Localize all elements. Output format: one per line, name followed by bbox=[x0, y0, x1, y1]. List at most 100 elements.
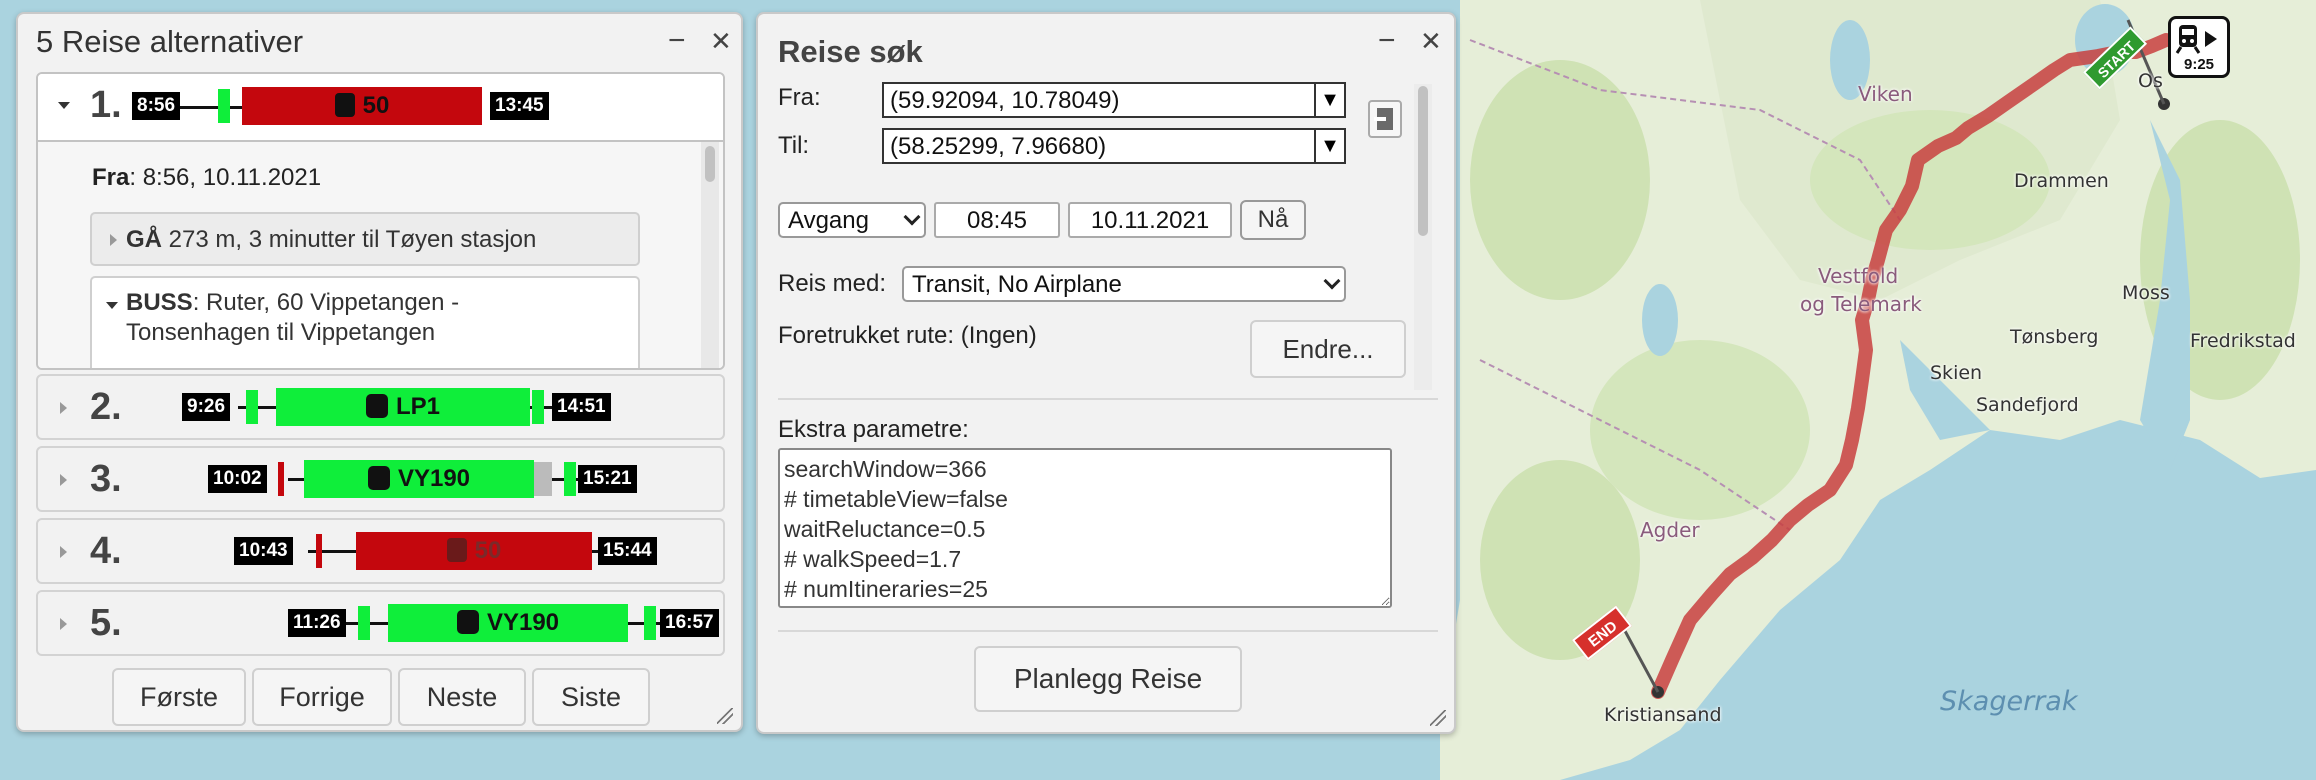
itinerary-4-end-time: 15:44 bbox=[598, 537, 657, 565]
walk-text: 273 m, 3 minutter til Tøyen stasjon bbox=[162, 226, 537, 253]
search-panel-title: Reise søk bbox=[778, 34, 923, 69]
next-button[interactable]: Neste bbox=[398, 668, 526, 726]
map-label-skien: Skien bbox=[1930, 362, 1983, 384]
search-panel-scrollbar[interactable] bbox=[1414, 84, 1432, 390]
map-label-drammen: Drammen bbox=[2014, 170, 2109, 192]
extra-params-label: Ekstra parametre: bbox=[778, 416, 969, 443]
search-panel: Reise søk − ✕ Fra: (59.92094, 10.78049) … bbox=[756, 12, 1456, 734]
from-value: : 8:56, 10.11.2021 bbox=[129, 164, 322, 191]
time-field[interactable]: 08:45 bbox=[934, 202, 1060, 238]
details-scrollbar[interactable] bbox=[701, 142, 719, 368]
itinerary-panel-title: 5 Reise alternativer bbox=[36, 24, 304, 59]
itinerary-4-start-time: 10:43 bbox=[234, 537, 293, 565]
itinerary-1-start-time: 8:56 bbox=[132, 92, 181, 120]
first-button[interactable]: Første bbox=[112, 668, 246, 726]
collapse-icon[interactable] bbox=[58, 102, 70, 109]
swap-icon[interactable] bbox=[1368, 100, 1402, 138]
bus-icon bbox=[367, 465, 390, 490]
walk-leg-marker bbox=[358, 606, 370, 640]
minimize-button[interactable]: − bbox=[668, 26, 686, 56]
change-button[interactable]: Endre... bbox=[1250, 320, 1406, 378]
itinerary-1-train-leg: 50 bbox=[242, 87, 482, 125]
itinerary-4[interactable]: 4. 10:43 50 15:44 bbox=[36, 518, 725, 584]
bus-text-line2: Tonsenhagen til Vippetangen bbox=[126, 319, 436, 346]
walk-leg-marker bbox=[564, 462, 576, 496]
to-field[interactable]: (58.25299, 7.96680) bbox=[882, 128, 1316, 164]
resize-handle[interactable] bbox=[1430, 710, 1446, 726]
to-dropdown-button[interactable]: ▼ bbox=[1316, 128, 1346, 164]
itinerary-1-end-time: 13:45 bbox=[490, 92, 549, 120]
itinerary-1-expanded: 1. 8:56 50 13:45 Fra: 8:56, 10.11.2021 G… bbox=[36, 72, 725, 370]
itinerary-3-end-time: 15:21 bbox=[578, 465, 637, 493]
itinerary-number: 4. bbox=[90, 530, 122, 572]
itinerary-1-details: Fra: 8:56, 10.11.2021 GÅ 273 m, 3 minutt… bbox=[38, 142, 723, 368]
itinerary-number: 5. bbox=[90, 602, 122, 644]
now-button[interactable]: Nå bbox=[1240, 200, 1306, 240]
from-field[interactable]: (59.92094, 10.78049) bbox=[882, 82, 1316, 118]
from-label: Fra: bbox=[778, 84, 821, 111]
itinerary-2-route-label: LP1 bbox=[395, 393, 440, 420]
train-leg-marker bbox=[278, 462, 284, 496]
walk-step[interactable]: GÅ 273 m, 3 minutter til Tøyen stasjon bbox=[90, 212, 640, 266]
from-label: Fra bbox=[92, 164, 130, 191]
itinerary-5[interactable]: 5. 11:26 VY190 16:57 bbox=[36, 590, 725, 656]
itinerary-4-train-leg: 50 bbox=[356, 532, 592, 570]
close-button[interactable]: ✕ bbox=[710, 26, 732, 56]
map-label-skagerrak: Skagerrak bbox=[1940, 686, 2078, 717]
itinerary-5-end-time: 16:57 bbox=[660, 609, 719, 637]
itinerary-2[interactable]: 2. 9:26 LP1 14:51 bbox=[36, 374, 725, 440]
extra-params-textarea[interactable] bbox=[778, 448, 1392, 608]
itinerary-3[interactable]: 3. 10:02 VY190 15:21 bbox=[36, 446, 725, 512]
from-line: Fra: 8:56, 10.11.2021 bbox=[92, 164, 321, 192]
itinerary-number: 3. bbox=[90, 458, 122, 500]
walk-leg-marker bbox=[644, 606, 656, 640]
map-label-sandefjord: Sandefjord bbox=[1976, 394, 2079, 416]
expand-icon bbox=[60, 618, 67, 630]
vehicle-marker[interactable]: 9:25 bbox=[2168, 16, 2230, 78]
date-field[interactable]: 10.11.2021 bbox=[1068, 202, 1232, 238]
vehicle-time: 9:25 bbox=[2183, 56, 2215, 73]
depart-arrive-value: Avgang bbox=[788, 207, 869, 234]
map-label-agder: Agder bbox=[1640, 518, 1700, 542]
from-dropdown-button[interactable]: ▼ bbox=[1316, 82, 1346, 118]
walk-icon bbox=[534, 462, 552, 496]
collapse-icon bbox=[106, 302, 118, 309]
last-button[interactable]: Siste bbox=[532, 668, 650, 726]
map-label-fredrikstad: Fredrikstad bbox=[2190, 330, 2296, 352]
plan-trip-button[interactable]: Planlegg Reise bbox=[974, 646, 1242, 712]
itinerary-5-route-label: VY190 bbox=[486, 609, 560, 636]
bus-icon bbox=[456, 609, 479, 634]
map-label-kristiansand: Kristiansand bbox=[1604, 704, 1722, 726]
itinerary-1-route-label: 50 bbox=[362, 92, 390, 119]
itinerary-panel: 5 Reise alternativer − ✕ 1. 8:56 50 13:4… bbox=[16, 12, 743, 732]
walk-mode: GÅ bbox=[126, 226, 162, 253]
walk-leg-marker bbox=[246, 390, 258, 424]
travel-with-select[interactable]: Transit, No Airplane bbox=[902, 266, 1346, 302]
itinerary-number: 1. bbox=[90, 84, 122, 126]
preferred-route-label: Foretrukket rute: (Ingen) bbox=[778, 322, 1037, 349]
itinerary-5-start-time: 11:26 bbox=[288, 609, 346, 637]
bus-icon bbox=[365, 393, 388, 418]
bus-mode: BUSS bbox=[126, 289, 193, 316]
close-button[interactable]: ✕ bbox=[1420, 26, 1442, 56]
map-label-moss: Moss bbox=[2122, 282, 2170, 304]
depart-arrive-select[interactable]: Avgang bbox=[778, 202, 926, 238]
map-label-vestfold: Vestfold bbox=[1818, 264, 1899, 288]
travel-with-value: Transit, No Airplane bbox=[912, 271, 1122, 298]
bus-step[interactable]: BUSS: Ruter, 60 Vippetangen - Tonsenhage… bbox=[90, 276, 640, 368]
map-label-tonsberg: Tønsberg bbox=[2010, 326, 2099, 348]
resize-handle[interactable] bbox=[717, 708, 733, 724]
expand-icon bbox=[110, 234, 117, 246]
previous-button[interactable]: Forrige bbox=[252, 668, 392, 726]
itinerary-4-route-label: 50 bbox=[474, 537, 502, 564]
itinerary-5-bus-leg: VY190 bbox=[388, 604, 628, 642]
chevron-down-icon bbox=[903, 208, 921, 226]
map-label-viken: Viken bbox=[1858, 82, 1913, 106]
map-label-oslo: Os bbox=[2138, 70, 2163, 92]
minimize-button[interactable]: − bbox=[1378, 26, 1396, 56]
itinerary-number: 2. bbox=[90, 386, 122, 428]
itinerary-1-header[interactable]: 1. 8:56 50 13:45 bbox=[38, 74, 723, 142]
itinerary-3-start-time: 10:02 bbox=[208, 465, 267, 493]
to-label: Til: bbox=[778, 132, 810, 159]
travel-with-label: Reis med: bbox=[778, 270, 887, 297]
